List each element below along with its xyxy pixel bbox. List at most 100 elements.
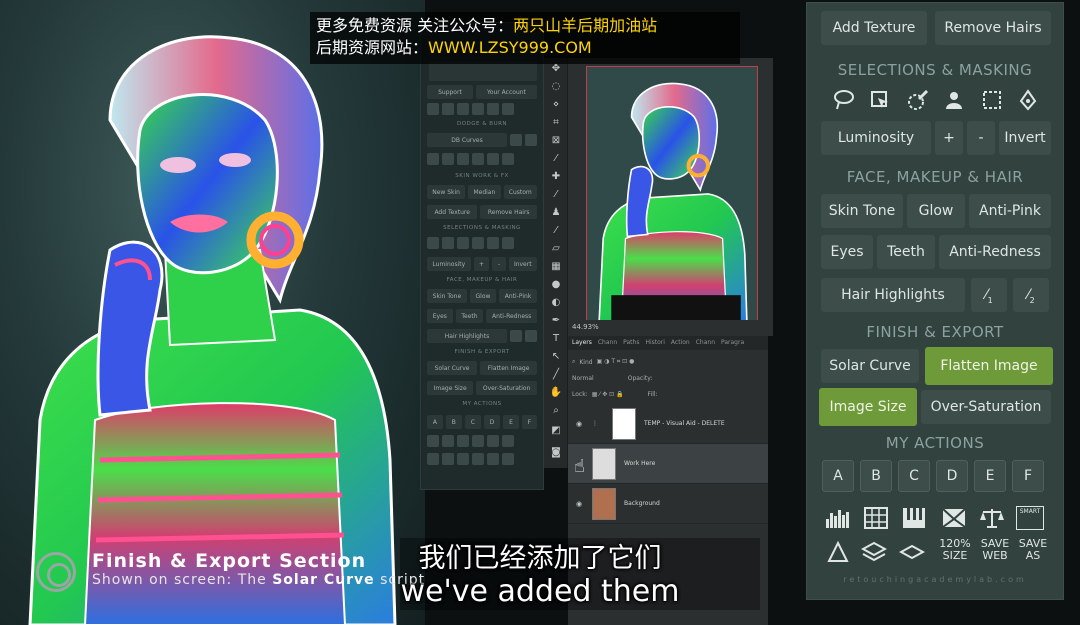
mini-support-button[interactable]: Support [427,85,473,99]
envelope-icon[interactable] [939,503,969,533]
eraser-tool-icon[interactable]: ▱ [549,242,563,256]
anti-redness-button[interactable]: Anti-Redness [939,235,1051,269]
mini-anti-pink-button[interactable]: Anti-Pink [499,289,537,303]
brush-select-icon[interactable] [903,85,933,115]
mini-account-button[interactable]: Your Account [475,85,538,99]
mini-tool-icon[interactable] [457,153,469,165]
luminosity-minus-button[interactable]: - [967,121,995,155]
action-a-button[interactable]: A [822,460,854,492]
gradient-tool-icon[interactable]: ▦ [549,260,563,274]
mini-tool-icon[interactable] [427,153,439,165]
blend-mode-select[interactable]: Normal [572,375,594,382]
history-brush-tool-icon[interactable]: ⁄ [549,224,563,238]
color-swatches-icon[interactable]: ◩ [549,424,563,438]
luminosity-plus-button[interactable]: + [935,121,963,155]
lasso-icon[interactable] [829,85,859,115]
piano-icon[interactable] [899,503,929,533]
mini-action-icon[interactable] [502,435,514,447]
mini-tool-icon[interactable] [442,153,454,165]
mini-brush-icon[interactable] [525,330,537,342]
mini-db-curves-button[interactable]: DB Curves [427,133,507,147]
mini-tool-icon[interactable] [442,103,454,115]
mini-pen-icon[interactable] [502,237,514,249]
action-d-button[interactable]: D [936,460,968,492]
histogram-icon[interactable] [823,503,853,533]
mini-tool-icon[interactable] [502,153,514,165]
mini-d-icon[interactable] [510,134,522,146]
eyes-button[interactable]: Eyes [821,235,873,269]
zoom-tool-icon[interactable]: ⌕ [549,404,563,418]
remove-hairs-button[interactable]: Remove Hairs [935,11,1051,45]
mini-brush-icon[interactable] [457,237,469,249]
mini-hair-highlights-button[interactable]: Hair Highlights [427,329,507,343]
mini-action-d[interactable]: D [483,415,501,429]
mini-median-button[interactable]: Median [468,185,501,199]
mini-new-skin-button[interactable]: New Skin [427,185,466,199]
filter-icons[interactable]: ▣ ◑ T ⌗ ⊡ ● [597,358,635,366]
teeth-button[interactable]: Teeth [877,235,935,269]
mini-teeth-button[interactable]: Teeth [455,309,484,323]
mini-b-icon[interactable] [525,134,537,146]
mini-anti-redness-button[interactable]: Anti-Redness [486,309,538,323]
tab-actions[interactable]: Action [671,339,690,347]
mini-action-icon[interactable] [487,435,499,447]
skin-tone-button[interactable]: Skin Tone [821,194,903,228]
eyedropper-tool-icon[interactable]: ⁄ [549,152,563,166]
mini-minus-button[interactable]: - [492,257,506,271]
hair-highlights-button[interactable]: Hair Highlights [821,278,965,312]
frame-tool-icon[interactable]: ⊠ [549,134,563,148]
luminosity-button[interactable]: Luminosity [821,121,931,155]
anti-pink-button[interactable]: Anti-Pink [969,194,1051,228]
mini-action-icon[interactable] [427,435,439,447]
mini-action-icon[interactable] [472,435,484,447]
scales-icon[interactable] [977,503,1007,533]
mini-remove-hairs-button[interactable]: Remove Hairs [480,205,537,219]
mini-image-size-button[interactable]: Image Size [427,381,474,395]
mini-invert-button[interactable]: Invert [508,257,538,271]
path-select-tool-icon[interactable]: ↖ [549,350,563,364]
mini-select-icon[interactable] [442,237,454,249]
mini-action-icon[interactable] [442,435,454,447]
dodge-tool-icon[interactable]: ◐ [549,296,563,310]
mini-action-icon[interactable] [457,453,469,465]
eye-icon[interactable]: ◉ [576,420,584,428]
lasso-tool-icon[interactable]: ◌ [549,80,563,94]
hair-brush-2-icon[interactable]: ⁄ 2 [1013,278,1049,312]
tab-paths[interactable]: Paths [623,339,639,347]
stamp-tool-icon[interactable]: ♟ [549,206,563,220]
mini-action-icon[interactable] [427,453,439,465]
action-c-button[interactable]: C [898,460,930,492]
layer-row[interactable]: ◉ Background [568,484,768,524]
action-b-button[interactable]: B [860,460,892,492]
solar-curve-button[interactable]: Solar Curve [821,349,919,383]
layer-row[interactable]: Work Here [568,444,768,484]
grid-icon[interactable] [861,503,891,533]
mini-over-saturation-button[interactable]: Over-Saturation [476,381,538,395]
pen-tool-icon[interactable]: ✒ [549,314,563,328]
hand-tool-icon[interactable]: ✋ [549,386,563,400]
mini-luminosity-button[interactable]: Luminosity [427,257,471,271]
pen-icon[interactable] [1013,85,1043,115]
mini-action-a[interactable]: A [427,415,443,429]
layer-row[interactable]: ◉ ⋮ TEMP - Visual Aid - DELETE [568,404,768,444]
mini-action-icon[interactable] [502,453,514,465]
smart-object-icon[interactable]: SMART [1015,503,1045,533]
mini-tool-icon[interactable] [457,103,469,115]
mini-tool-icon[interactable] [487,153,499,165]
glow-button[interactable]: Glow [907,194,965,228]
add-texture-button[interactable]: Add Texture [821,11,927,45]
mini-custom-button[interactable]: Custom [503,185,537,199]
eye-icon[interactable]: ◉ [576,500,584,508]
action-e-button[interactable]: E [974,460,1006,492]
blur-tool-icon[interactable]: ● [549,278,563,292]
lock-icons[interactable]: ▦ ⁄ ✥ ⊡ 🔒 [592,391,624,398]
type-tool-icon[interactable]: T [549,332,563,346]
tab-paragraph[interactable]: Paragra [721,339,744,347]
crop-tool-icon[interactable]: ⌗ [549,116,563,130]
image-size-button[interactable]: Image Size [819,388,917,426]
mini-action-e[interactable]: E [503,415,519,429]
mini-action-b[interactable]: B [445,415,462,429]
tab-layers[interactable]: Layers [572,339,592,347]
hair-brush-1-icon[interactable]: ⁄ 1 [971,278,1007,312]
mini-tool-icon[interactable] [502,103,514,115]
